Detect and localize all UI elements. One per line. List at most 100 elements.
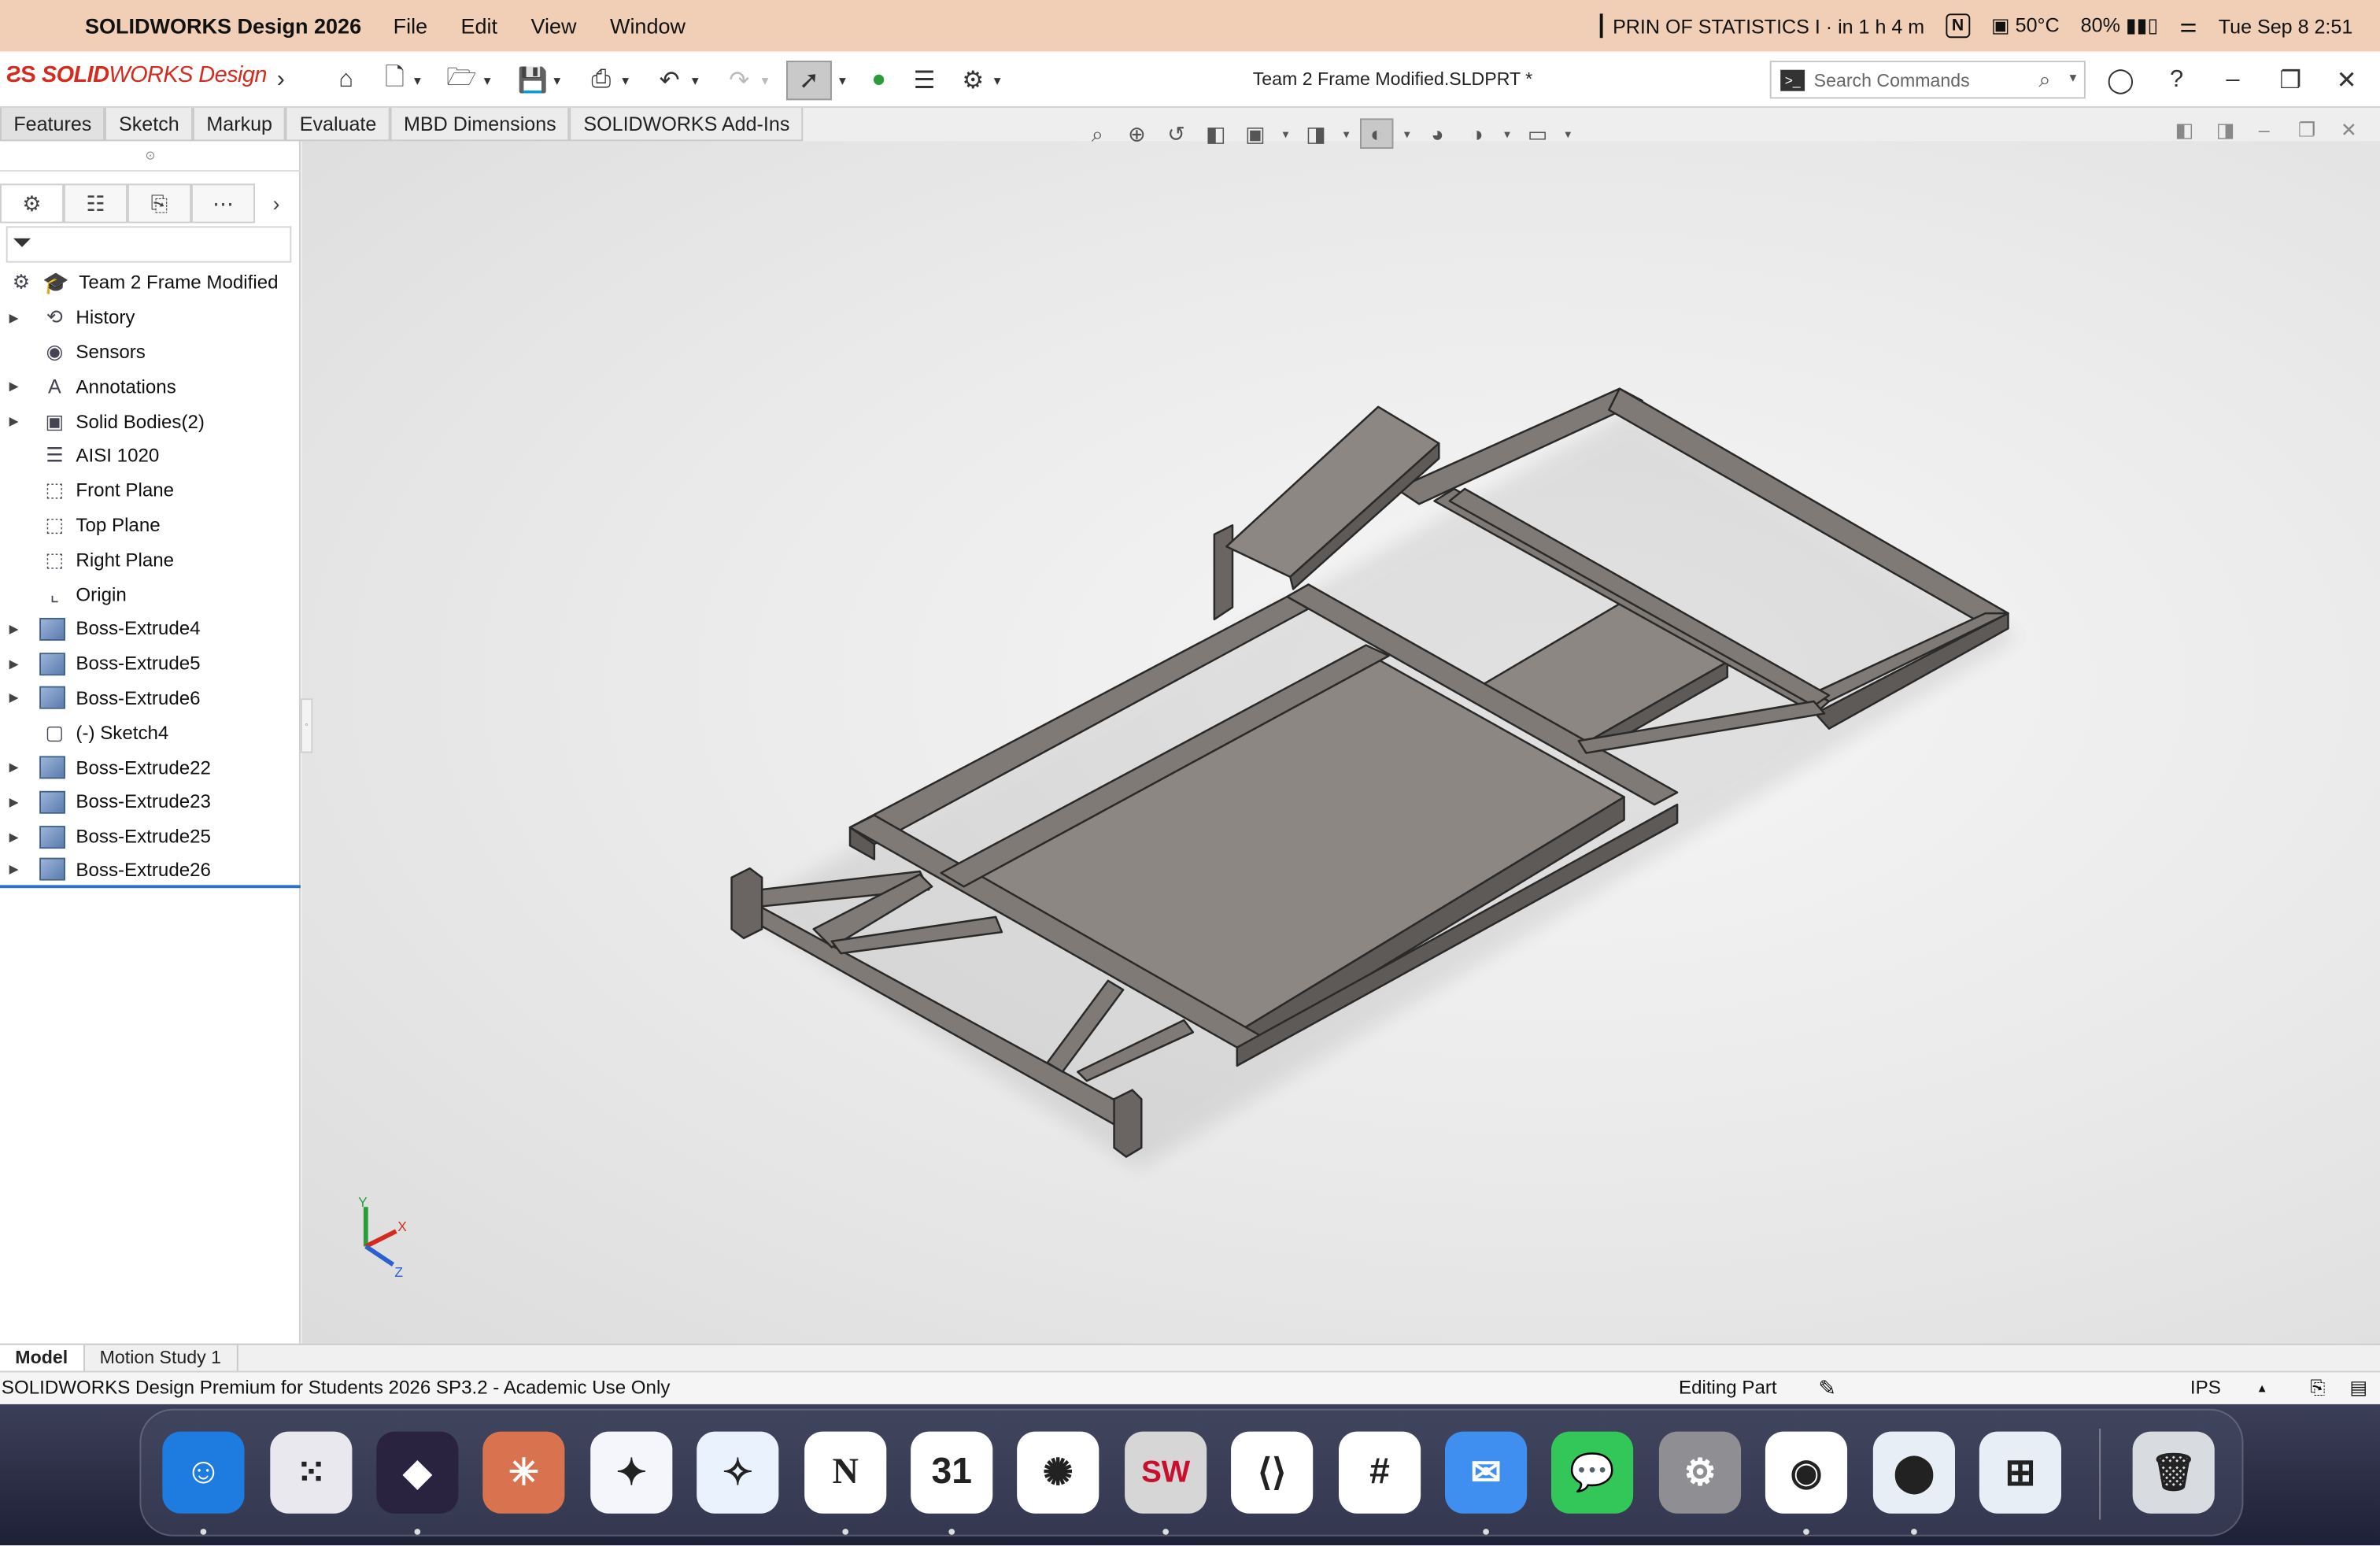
display-style-dropdown-icon[interactable]: ▾ <box>1399 118 1414 149</box>
undo-dropdown-icon[interactable]: ▾ <box>685 61 706 100</box>
battery-status[interactable]: 80% ▮▮▯ <box>2081 13 2159 38</box>
dock-app-chrome-icon[interactable]: ◉ <box>1765 1431 1848 1514</box>
display-style-icon[interactable]: ◐ <box>1359 118 1394 149</box>
dock-app-windows-app-icon[interactable]: ⊞ <box>1979 1431 2061 1514</box>
search-commands-input[interactable]: >_ Search Commands ⌕ ▾ <box>1769 61 2086 99</box>
tab-sketch[interactable]: Sketch <box>105 107 194 142</box>
expand-arrow-icon[interactable]: ▶ <box>9 656 28 670</box>
notion-status-icon[interactable]: N <box>1946 13 1970 39</box>
tab-features[interactable]: Features <box>0 107 105 142</box>
dock-app-safari-icon[interactable]: ✧ <box>697 1431 779 1514</box>
tab-mbd-dimensions[interactable]: MBD Dimensions <box>390 107 571 142</box>
viewport-right-icon[interactable]: ◨ <box>2216 118 2235 142</box>
rebuild-status-icon[interactable]: ✎ <box>1818 1372 1836 1404</box>
dock-app-solidworks-icon[interactable]: SW <box>1125 1431 1207 1514</box>
control-center-icon[interactable]: ⚌ <box>2179 13 2197 38</box>
dock-app-claude-icon[interactable]: ✳ <box>482 1431 565 1514</box>
view-orientation-icon[interactable]: ◨ <box>1299 118 1332 149</box>
section-view-icon[interactable]: ◧ <box>1199 118 1232 149</box>
new-dropdown-icon[interactable]: ▾ <box>407 61 428 100</box>
menu-file[interactable]: File <box>394 13 428 38</box>
hide-show-items-icon[interactable]: ◕ <box>1421 118 1454 149</box>
doc-close-icon[interactable]: ✕ <box>2341 118 2357 142</box>
previous-view-icon[interactable]: ↺ <box>1159 118 1192 149</box>
seat-upright[interactable] <box>1213 524 1234 621</box>
redo-icon[interactable]: ↷ <box>719 61 759 100</box>
redo-dropdown-icon[interactable]: ▾ <box>754 61 775 100</box>
tab-solidworks-add-ins[interactable]: SOLIDWORKS Add-Ins <box>570 107 804 142</box>
tree-item[interactable]: ▶ Boss-Extrude22 <box>0 750 301 785</box>
tree-item[interactable]: ▶ Boss-Extrude25 <box>0 819 301 854</box>
quick-tips-icon[interactable]: ⎘ <box>2310 1372 2325 1404</box>
doc-minimize-icon[interactable]: – <box>2259 118 2270 141</box>
panel-grip[interactable]: ⊙ <box>0 141 301 172</box>
rebuild-traffic-light-icon[interactable]: ● <box>859 61 899 100</box>
expand-arrow-icon[interactable]: ▶ <box>9 622 28 635</box>
calendar-event-status[interactable]: PRIN OF STATISTICS I · in 1 h 4 m <box>1600 13 1924 39</box>
dock-app-system-settings-icon[interactable]: ⚙ <box>1658 1431 1742 1514</box>
units-dropdown-icon[interactable]: ▴ <box>2259 1372 2266 1404</box>
dock-app-gemini-icon[interactable]: ✦ <box>590 1431 673 1514</box>
appearance-dropdown-icon[interactable]: ▾ <box>1499 118 1514 149</box>
zoom-to-fit-icon[interactable]: ⌕ <box>1081 118 1114 149</box>
save-dropdown-icon[interactable]: ▾ <box>546 61 567 100</box>
home-icon[interactable]: ⌂ <box>327 61 366 100</box>
help-icon[interactable]: ? <box>2156 61 2196 100</box>
orientation-dropdown-icon[interactable]: ▾ <box>1339 118 1354 149</box>
minimize-icon[interactable]: – <box>2213 61 2252 100</box>
user-account-icon[interactable]: ◯ <box>2101 61 2140 100</box>
expand-arrow-icon[interactable]: ▶ <box>9 760 28 774</box>
tree-root[interactable]: ⚙ 🎓 Team 2 Frame Modified <box>0 265 301 300</box>
doc-restore-icon[interactable]: ❐ <box>2298 118 2315 142</box>
temperature-status[interactable]: ▣ 50°C <box>1991 13 2060 38</box>
tab-evaluate[interactable]: Evaluate <box>286 107 390 142</box>
open-folder-icon[interactable]: 🗁 <box>442 61 481 100</box>
tree-filter-icon[interactable]: ⏷ <box>6 226 292 263</box>
app-name-menu[interactable]: SOLIDWORKS Design 2026 <box>85 13 361 38</box>
property-manager-tab-icon[interactable]: ☷ <box>63 183 128 224</box>
units-selector[interactable]: IPS <box>2190 1372 2221 1404</box>
print-dropdown-icon[interactable]: ▾ <box>615 61 636 100</box>
search-icon[interactable]: ⌕ <box>2038 67 2050 93</box>
menu-window[interactable]: Window <box>610 13 686 38</box>
dynamic-annotation-icon[interactable]: ▣ <box>1239 118 1272 149</box>
tree-item[interactable]: ▶ Boss-Extrude6 <box>0 681 301 716</box>
dock-app-trash-icon[interactable]: 🗑 <box>2132 1431 2215 1514</box>
tree-item[interactable]: ▢ (-) Sketch4 <box>0 716 301 750</box>
undo-icon[interactable]: ↶ <box>649 61 689 100</box>
expand-arrow-icon[interactable]: ▶ <box>9 380 28 394</box>
tab-motion-study[interactable]: Motion Study 1 <box>84 1344 238 1371</box>
tree-item[interactable]: ▶ Boss-Extrude23 <box>0 785 301 819</box>
dock-app-notion-icon[interactable]: N <box>804 1431 887 1514</box>
tree-item[interactable]: ⬚ Front Plane <box>0 473 301 508</box>
configuration-manager-tab-icon[interactable]: ⎘ <box>127 183 191 224</box>
front-upright-left[interactable] <box>730 867 763 940</box>
feature-manager-tab-icon[interactable]: ⚙ <box>0 183 64 224</box>
view-settings-dropdown-icon[interactable]: ▾ <box>1561 118 1576 149</box>
more-tabs-icon[interactable]: ⋯ <box>190 183 255 224</box>
search-dropdown-icon[interactable]: ▾ <box>2070 70 2077 87</box>
clock[interactable]: Tue Sep 8 2:51 <box>2219 14 2353 37</box>
expand-arrow-icon[interactable]: ▶ <box>9 311 28 324</box>
tree-item[interactable]: ▶ Boss-Extrude26 <box>0 854 301 889</box>
options-dropdown-icon[interactable]: ▾ <box>987 61 1008 100</box>
dock-app-finder-icon[interactable]: ☺ <box>162 1431 245 1514</box>
viewport-left-icon[interactable]: ◧ <box>2175 118 2194 142</box>
tree-item[interactable]: ⌞ Origin <box>0 577 301 612</box>
expand-arrow-icon[interactable]: ▶ <box>9 415 28 428</box>
tree-item[interactable]: ▶ A Annotations <box>0 369 301 404</box>
dock-app-parallels-icon[interactable]: ⬤ <box>1872 1431 1955 1514</box>
menu-edit[interactable]: Edit <box>461 13 498 38</box>
frame-model-view[interactable] <box>302 141 2380 1343</box>
expand-arrow-icon[interactable]: ▶ <box>9 863 28 876</box>
graphics-area[interactable]: Y X Z <box>301 141 2380 1344</box>
file-properties-icon[interactable]: ☰ <box>904 61 944 100</box>
tab-markup[interactable]: Markup <box>193 107 286 142</box>
expand-arrow-icon[interactable]: ▶ <box>9 795 28 808</box>
dock-app-obsidian-icon[interactable]: ◆ <box>376 1431 459 1514</box>
front-upright-right[interactable] <box>1113 1089 1143 1158</box>
chevron-right-icon[interactable]: › <box>255 183 298 223</box>
restore-icon[interactable]: ❐ <box>2271 61 2310 100</box>
dock-app-vs-code-icon[interactable]: ⟨⟩ <box>1231 1431 1314 1514</box>
dock-app-mail-icon[interactable]: ✉ <box>1444 1431 1528 1514</box>
